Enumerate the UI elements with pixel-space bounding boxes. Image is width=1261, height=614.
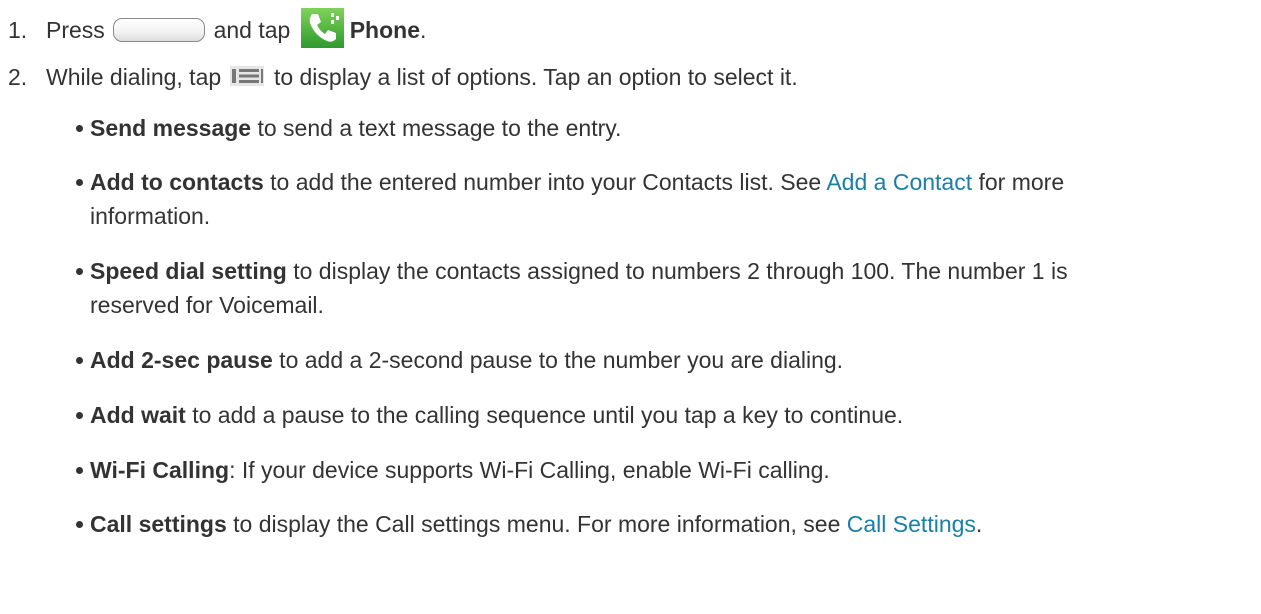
step-text: to display a list of options. Tap an opt…: [273, 64, 798, 90]
option-desc: to add the entered number into your Cont…: [263, 169, 827, 195]
menu-key-icon: [229, 66, 264, 86]
bullet-icon: [76, 467, 83, 474]
option-desc: to send a text message to the entry.: [251, 115, 622, 141]
option-desc: .: [975, 511, 983, 537]
add-a-contact-link[interactable]: Add a Contact: [826, 169, 972, 195]
step-number: 1.: [8, 17, 28, 43]
option-term: Add to contacts: [90, 169, 264, 195]
option-term: Send message: [90, 115, 252, 141]
step-number: 2.: [8, 64, 28, 90]
bullet-icon: [76, 357, 83, 364]
phone-app-icon: [300, 8, 344, 48]
step-text: While dialing, tap: [46, 64, 222, 90]
list-item-call-settings: Call settings to display the Call settin…: [76, 507, 1140, 541]
option-desc: to display the Call settings menu. For m…: [226, 511, 847, 537]
option-term: Call settings: [90, 511, 227, 537]
bullet-icon: [76, 521, 83, 528]
home-key-icon: [113, 18, 206, 42]
bullet-icon: [76, 412, 83, 419]
option-desc: : If your device supports Wi-Fi Calling,…: [229, 457, 830, 483]
step-text: Press: [46, 17, 105, 43]
list-item-add-wait: Add wait to add a pause to the calling s…: [76, 398, 1140, 432]
list-item-add-2-sec-pause: Add 2-sec pause to add a 2-second pause …: [76, 343, 1140, 377]
period: .: [420, 17, 427, 43]
list-item-speed-dial-setting: Speed dial setting to display the contac…: [76, 254, 1140, 322]
step-1: 1. Press and tap Phone.: [0, 8, 426, 48]
call-settings-link[interactable]: Call Settings: [847, 511, 976, 537]
option-desc: to add a pause to the calling sequence u…: [185, 402, 904, 428]
bullet-icon: [76, 268, 83, 275]
list-item-send-message: Send message to send a text message to t…: [76, 111, 1140, 145]
bullet-icon: [76, 179, 83, 186]
option-term: Add 2-sec pause: [90, 347, 273, 373]
option-term: Speed dial setting: [90, 258, 287, 284]
app-name: Phone: [349, 17, 420, 43]
option-term: Wi-Fi Calling: [90, 457, 230, 483]
step-text: and tap: [213, 17, 291, 43]
step-2: 2. While dialing, tap to display a list o…: [0, 62, 798, 92]
list-item-wi-fi-calling: Wi-Fi Calling: If your device supports W…: [76, 453, 1140, 487]
option-term: Add wait: [90, 402, 186, 428]
option-desc: to add a 2-second pause to the number yo…: [272, 347, 844, 373]
list-item-add-to-contacts: Add to contacts to add the entered numbe…: [76, 165, 1140, 233]
bullet-icon: [76, 125, 83, 132]
